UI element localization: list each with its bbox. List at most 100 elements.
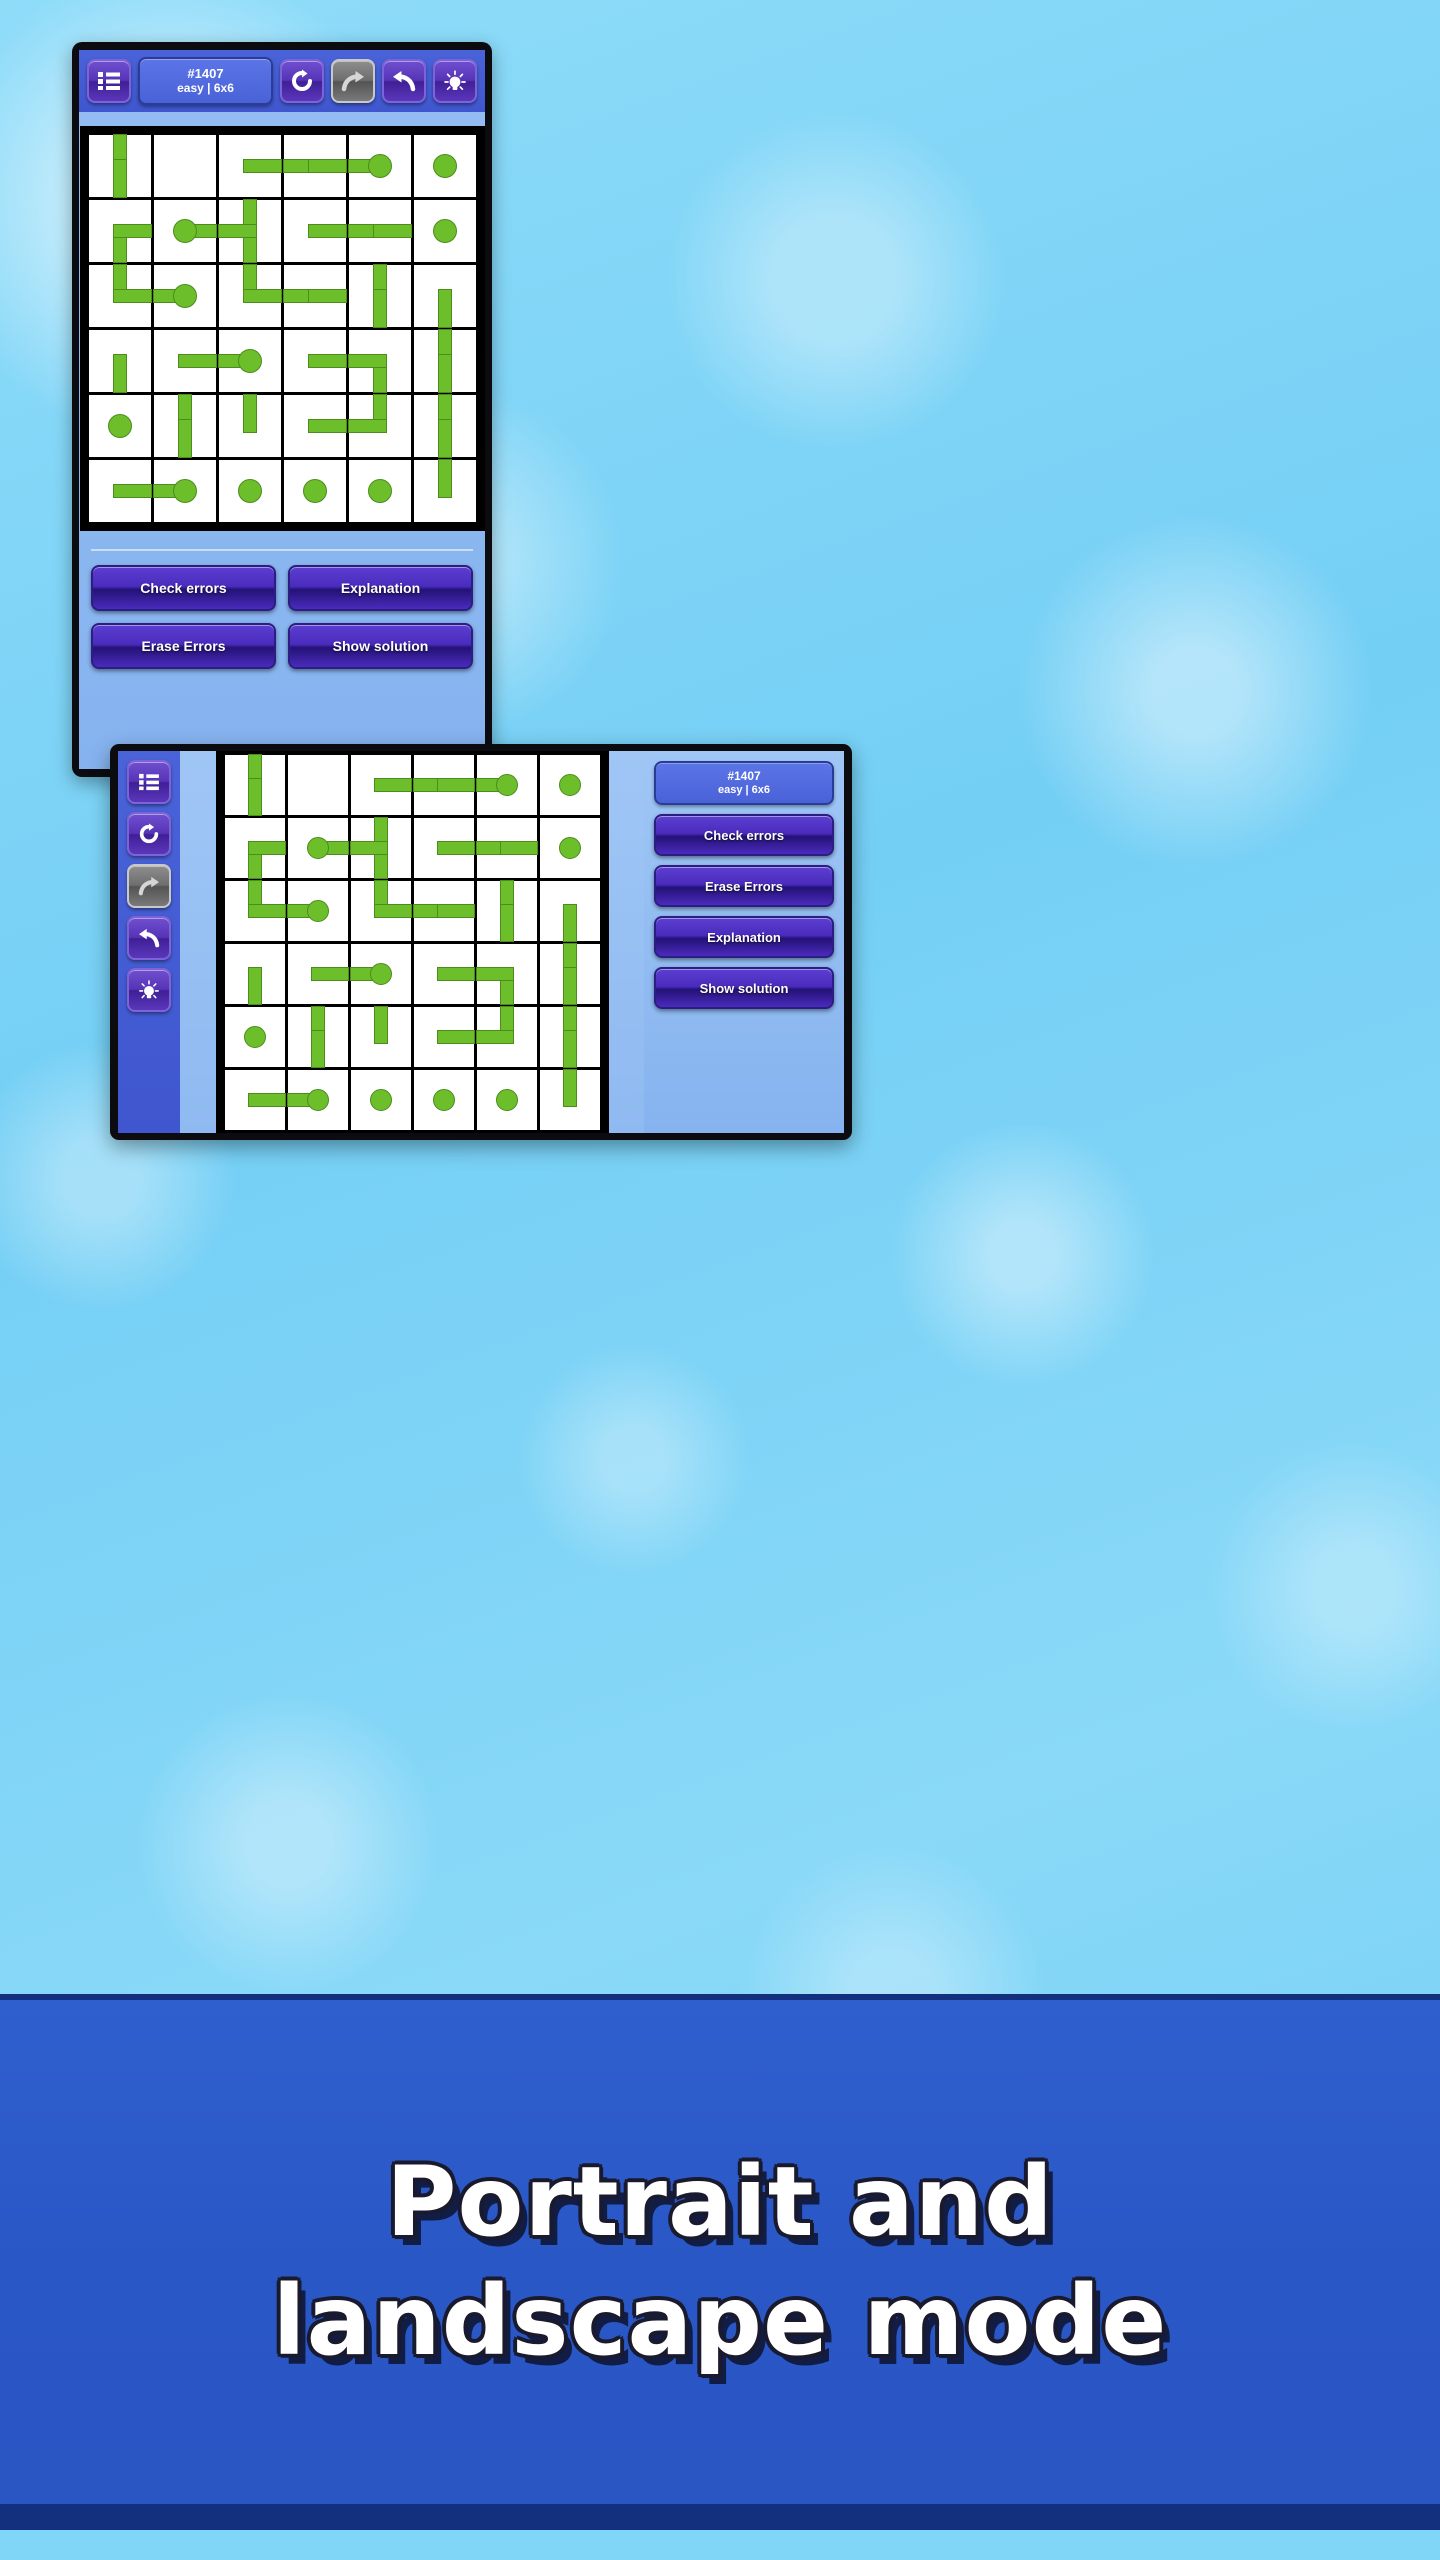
- path-segment: [373, 1005, 388, 1044]
- hint-button[interactable]: [433, 59, 477, 103]
- puzzle-cell[interactable]: [350, 754, 412, 815]
- puzzle-grid[interactable]: [88, 134, 476, 522]
- puzzle-cell[interactable]: [88, 264, 152, 327]
- puzzle-cell[interactable]: [152, 460, 216, 522]
- puzzle-cell[interactable]: [413, 817, 475, 878]
- puzzle-cell[interactable]: [347, 394, 411, 457]
- check-errors-button[interactable]: Check errors: [91, 565, 276, 611]
- puzzle-cell[interactable]: [539, 1068, 600, 1130]
- puzzle-cell[interactable]: [347, 135, 411, 197]
- puzzle-cell[interactable]: [287, 817, 349, 878]
- explanation-button-landscape[interactable]: Explanation: [654, 916, 834, 958]
- puzzle-cell[interactable]: [283, 330, 347, 392]
- puzzle-cell[interactable]: [217, 199, 281, 263]
- puzzle-cell[interactable]: [347, 200, 412, 262]
- show-solution-button[interactable]: Show solution: [288, 623, 473, 669]
- puzzle-cell[interactable]: [475, 943, 537, 1005]
- puzzle-cell[interactable]: [283, 200, 347, 262]
- undo-button[interactable]: [382, 59, 426, 103]
- puzzle-cell[interactable]: [475, 817, 538, 878]
- puzzle-info-badge-landscape[interactable]: #1407 easy | 6x6: [654, 761, 834, 805]
- puzzle-cell[interactable]: [413, 329, 476, 393]
- puzzle-cell[interactable]: [287, 1005, 348, 1068]
- puzzle-cell[interactable]: [88, 395, 151, 457]
- restart-button[interactable]: [280, 59, 324, 103]
- puzzle-cell[interactable]: [282, 135, 347, 197]
- puzzle-grid[interactable]: [224, 753, 600, 1130]
- puzzle-cell[interactable]: [88, 460, 152, 522]
- puzzle-board-portrait[interactable]: [79, 126, 485, 531]
- puzzle-cell[interactable]: [224, 1069, 286, 1130]
- puzzle-cell[interactable]: [413, 459, 476, 522]
- puzzle-cell[interactable]: [349, 816, 411, 879]
- erase-errors-button-landscape[interactable]: Erase Errors: [654, 865, 834, 907]
- puzzle-cell[interactable]: [413, 394, 476, 458]
- redo-button-landscape[interactable]: [127, 864, 171, 908]
- puzzle-cell[interactable]: [153, 135, 216, 197]
- menu-button-landscape[interactable]: [127, 760, 171, 804]
- puzzle-cell[interactable]: [224, 943, 285, 1005]
- puzzle-cell[interactable]: [287, 943, 349, 1004]
- puzzle-cell[interactable]: [88, 134, 151, 198]
- puzzle-cell[interactable]: [347, 330, 411, 393]
- puzzle-cell[interactable]: [153, 394, 216, 458]
- redo-button[interactable]: [331, 59, 375, 103]
- puzzle-cell[interactable]: [476, 1069, 537, 1130]
- show-solution-button-landscape[interactable]: Show solution: [654, 967, 834, 1009]
- puzzle-cell[interactable]: [218, 460, 281, 522]
- puzzle-cell[interactable]: [282, 265, 347, 327]
- puzzle-cell[interactable]: [224, 1006, 285, 1067]
- puzzle-cell[interactable]: [413, 1006, 475, 1067]
- puzzle-cell[interactable]: [412, 880, 475, 941]
- puzzle-cell[interactable]: [539, 817, 600, 878]
- puzzle-cell[interactable]: [224, 817, 286, 879]
- puzzle-cell[interactable]: [539, 754, 600, 815]
- puzzle-cell[interactable]: [413, 200, 476, 262]
- puzzle-cell[interactable]: [287, 754, 348, 815]
- puzzle-cell[interactable]: [350, 879, 412, 941]
- erase-errors-button[interactable]: Erase Errors: [91, 623, 276, 669]
- puzzle-cell[interactable]: [283, 460, 346, 522]
- restart-circular-arrow-icon: [138, 823, 160, 845]
- puzzle-cell[interactable]: [539, 1005, 600, 1068]
- puzzle-cell[interactable]: [475, 1005, 537, 1067]
- puzzle-cell[interactable]: [475, 754, 537, 815]
- puzzle-cell[interactable]: [153, 200, 217, 262]
- hint-button-landscape[interactable]: [127, 968, 171, 1012]
- puzzle-info-badge[interactable]: #1407 easy | 6x6: [138, 57, 273, 105]
- check-errors-button-landscape[interactable]: Check errors: [654, 814, 834, 856]
- puzzle-cell[interactable]: [349, 943, 411, 1004]
- puzzle-cell[interactable]: [224, 879, 286, 941]
- explanation-button[interactable]: Explanation: [288, 565, 473, 611]
- puzzle-cell[interactable]: [88, 330, 151, 393]
- puzzle-cell[interactable]: [152, 265, 216, 327]
- puzzle-cell[interactable]: [413, 943, 475, 1004]
- puzzle-cell[interactable]: [539, 942, 600, 1005]
- puzzle-cell[interactable]: [217, 330, 281, 392]
- puzzle-cell[interactable]: [413, 135, 476, 197]
- puzzle-cell[interactable]: [224, 753, 285, 816]
- puzzle-cell[interactable]: [286, 880, 348, 941]
- undo-button-landscape[interactable]: [127, 916, 171, 960]
- puzzle-cell[interactable]: [218, 135, 282, 197]
- puzzle-cell[interactable]: [412, 754, 475, 815]
- puzzle-cell[interactable]: [350, 1005, 411, 1067]
- puzzle-cell[interactable]: [413, 1069, 474, 1130]
- restart-button-landscape[interactable]: [127, 812, 171, 856]
- puzzle-cell[interactable]: [539, 880, 600, 942]
- puzzle-cell[interactable]: [218, 264, 282, 327]
- puzzle-cell[interactable]: [218, 394, 281, 457]
- puzzle-cell[interactable]: [286, 1069, 348, 1130]
- puzzle-board-landscape[interactable]: [215, 751, 609, 1133]
- puzzle-cell[interactable]: [348, 460, 411, 522]
- portrait-toolbar: #1407 easy | 6x6: [79, 50, 485, 112]
- puzzle-cell[interactable]: [413, 265, 476, 328]
- path-segment: [242, 159, 282, 173]
- menu-button[interactable]: [87, 59, 131, 103]
- puzzle-cell[interactable]: [153, 330, 217, 392]
- puzzle-cell[interactable]: [283, 395, 347, 457]
- puzzle-cell[interactable]: [350, 1069, 411, 1130]
- puzzle-cell[interactable]: [476, 879, 537, 942]
- puzzle-cell[interactable]: [88, 200, 152, 263]
- puzzle-cell[interactable]: [348, 264, 411, 328]
